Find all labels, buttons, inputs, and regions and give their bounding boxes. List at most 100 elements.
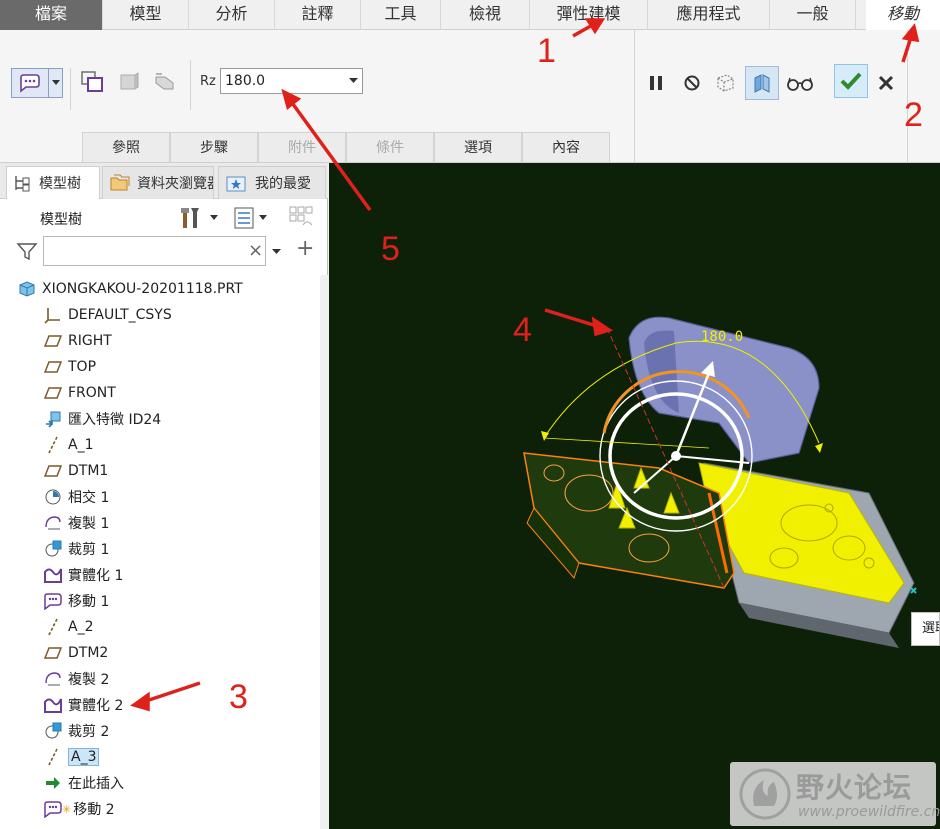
tree-node[interactable]: 裁剪 2 [42, 719, 109, 743]
search-options-dropdown[interactable] [272, 243, 284, 259]
favorites-icon [226, 176, 246, 192]
grid-icon [289, 206, 313, 226]
menu-flexible-modeling[interactable]: 彈性建模 [530, 0, 648, 30]
chevron-down-icon [51, 80, 60, 85]
tree-node[interactable]: DTM1 [42, 459, 108, 483]
subtab-conditions[interactable]: 條件 [346, 132, 434, 162]
tree-scrollbar[interactable] [320, 275, 328, 829]
graphics-viewport[interactable]: 180.0 [329, 163, 940, 829]
tab-favorites[interactable]: 我的最愛 [218, 166, 326, 199]
tree-node[interactable]: DEFAULT_CSYS [42, 303, 172, 327]
menu-general[interactable]: 一般 [770, 0, 856, 30]
menu-analysis[interactable]: 分析 [189, 0, 275, 30]
tree-node[interactable]: 移動 1 [42, 589, 109, 613]
tree-node[interactable]: TOP [42, 355, 96, 379]
rz-dropdown-button[interactable] [345, 68, 363, 94]
tree-node[interactable]: 相交 1 [42, 485, 109, 509]
tree-node[interactable]: A_2 [42, 615, 93, 639]
pause-icon [650, 76, 662, 90]
model-3d-view[interactable]: 180.0 [329, 163, 940, 829]
tree-columns-button[interactable] [288, 205, 316, 231]
tree-node-label: 裁剪 2 [68, 724, 110, 740]
tree-node[interactable]: 複製 2 [42, 667, 109, 691]
import-feature-icon [42, 409, 64, 429]
geometry-copy-button[interactable] [78, 66, 108, 98]
csys-icon [42, 305, 64, 325]
prohibit-icon [684, 75, 700, 91]
tab-label: 我的最愛 [255, 176, 311, 192]
subtab-attachment[interactable]: 附件 [258, 132, 346, 162]
tree-node[interactable]: FRONT [42, 381, 116, 405]
move-icon [42, 799, 64, 819]
preview-geometry-icon [717, 74, 734, 92]
filter-icon [16, 243, 38, 261]
tree-node[interactable]: 裁剪 1 [42, 537, 109, 561]
cancel-button[interactable] [872, 68, 900, 98]
tree-node[interactable]: 實體化 1 [42, 563, 123, 587]
menu-tools[interactable]: 工具 [361, 0, 441, 30]
no-preview-button[interactable] [678, 68, 706, 98]
transform-button[interactable] [150, 66, 180, 98]
tab-model-tree[interactable]: 模型樹 [6, 166, 100, 199]
watermark: 野火论坛 www.proewildfire.cn [730, 762, 940, 826]
close-icon [878, 75, 894, 91]
tree-node[interactable]: RIGHT [42, 329, 112, 353]
menu-applications[interactable]: 應用程式 [648, 0, 770, 30]
tree-search-input[interactable] [43, 236, 266, 266]
annotation-number-4: 4 [513, 311, 532, 349]
menu-view[interactable]: 檢視 [441, 0, 530, 30]
menu-annotate[interactable]: 註釋 [275, 0, 361, 30]
tree-node[interactable]: 複製 1 [42, 511, 109, 535]
selected-solid-highlight [698, 462, 905, 604]
subtab-properties[interactable]: 內容 [522, 132, 610, 162]
subtab-options[interactable]: 選項 [434, 132, 522, 162]
subtab-steps[interactable]: 步驟 [170, 132, 258, 162]
tree-node-label: TOP [68, 359, 97, 375]
model-tree-panel: 模型樹 資料夾瀏覽器 我的最愛 模型樹 × + XIONGKAKOU-20201… [0, 163, 328, 829]
tree-node-label: 移動 2 [73, 802, 115, 818]
tree-settings-button[interactable] [180, 205, 224, 231]
menu-move-active[interactable]: 移動 [866, 0, 940, 30]
tab-folder-browser[interactable]: 資料夾瀏覽器 [102, 166, 214, 199]
subtab-references[interactable]: 參照 [82, 132, 170, 162]
menu-model[interactable]: 模型 [103, 0, 189, 30]
folder-icon [110, 174, 130, 191]
angle-dimension-value: 180.0 [701, 329, 743, 345]
tree-node[interactable]: A_3 [42, 745, 100, 769]
surface-button[interactable] [114, 66, 144, 98]
tree-display-button[interactable] [233, 205, 277, 231]
selection-tooltip: 選取 [911, 612, 940, 646]
ok-button[interactable] [834, 64, 868, 98]
chevron-down-icon [259, 215, 267, 220]
tree-node[interactable]: 在此插入 [42, 771, 124, 795]
preview-button[interactable] [710, 68, 740, 98]
tree-node-label: 匯入特徵 ID24 [68, 412, 162, 428]
pause-button[interactable] [642, 68, 670, 98]
tree-node[interactable]: ✳ 移動 2 [42, 797, 115, 821]
tab-label: 資料夾瀏覽器 [137, 176, 214, 192]
part-icon [16, 279, 38, 299]
copy-icon [42, 513, 64, 533]
move-type-button[interactable] [11, 68, 49, 98]
tree-node[interactable]: A_1 [42, 433, 93, 457]
filter-button[interactable] [16, 241, 40, 263]
tree-node[interactable]: XIONGKAKOU-20201118.PRT [16, 277, 243, 301]
verify-mode-button[interactable] [745, 66, 779, 100]
glasses-preview-button[interactable] [784, 68, 816, 98]
checkmark-icon [840, 72, 862, 90]
ribbon: Rz 參照 步驟 附件 條件 選項 內容 [0, 30, 940, 163]
tree-node[interactable]: DTM2 [42, 641, 108, 665]
add-filter-button[interactable]: + [296, 237, 314, 261]
chevron-down-icon [349, 78, 358, 83]
rz-angle-input[interactable] [220, 68, 346, 94]
move-type-dropdown[interactable] [49, 68, 63, 98]
tree-node-label: 複製 1 [68, 516, 110, 532]
tree-node-label: DTM2 [68, 645, 109, 661]
tree-node[interactable]: 匯入特徵 ID24 [42, 407, 161, 431]
transform-icon [155, 73, 174, 90]
chevron-down-icon [272, 249, 281, 254]
tree-node[interactable]: 實體化 2 [42, 693, 123, 717]
menu-file[interactable]: 檔案 [0, 0, 103, 30]
tree-node-label: XIONGKAKOU-20201118.PRT [42, 281, 243, 297]
clear-search-button[interactable]: × [248, 241, 264, 261]
